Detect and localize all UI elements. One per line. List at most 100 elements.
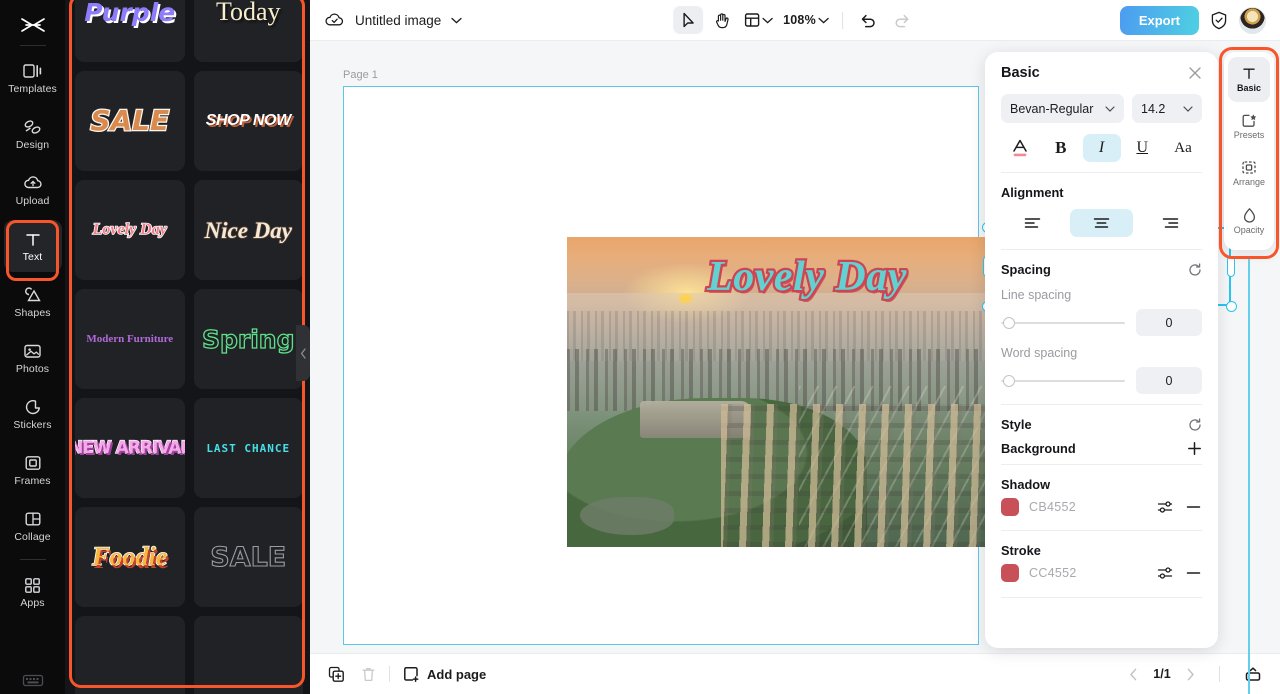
sidebar-item-photos[interactable]: Photos <box>4 332 62 384</box>
shadow-settings-icon[interactable] <box>1156 500 1174 514</box>
slider-knob[interactable] <box>1003 316 1015 329</box>
style-reset-icon[interactable] <box>1188 417 1202 432</box>
background-row[interactable]: Background <box>1001 441 1202 456</box>
text-style-card[interactable]: Modern Furniture <box>75 289 185 389</box>
bottom-divider <box>389 666 390 682</box>
italic-button[interactable]: I <box>1082 134 1121 162</box>
resize-handle-bottom-right[interactable] <box>1225 300 1237 312</box>
line-spacing-value[interactable]: 0 <box>1136 309 1202 336</box>
sidebar-item-apps[interactable]: Apps <box>4 566 62 618</box>
panel-title: Basic <box>1001 65 1040 81</box>
bold-button[interactable]: B <box>1042 134 1080 162</box>
sidebar-item-templates[interactable]: Templates <box>4 52 62 104</box>
hand-tool-button[interactable] <box>707 6 737 34</box>
panel-collapse-button[interactable] <box>296 325 310 381</box>
sidebar-item-upload[interactable]: Upload <box>4 164 62 216</box>
zoom-control[interactable]: 108% <box>780 6 832 34</box>
text-style-card[interactable]: SALE <box>193 507 303 607</box>
spacing-reset-icon[interactable] <box>1188 262 1202 277</box>
plus-icon[interactable] <box>1187 441 1202 456</box>
align-right-button[interactable] <box>1140 209 1202 237</box>
text-style-card[interactable]: Nice Day <box>193 180 303 280</box>
undo-icon <box>861 14 875 27</box>
align-left-icon <box>1024 218 1040 228</box>
close-icon[interactable] <box>1188 66 1202 80</box>
shield-check-icon[interactable] <box>1210 11 1228 30</box>
font-family-value: Bevan-Regular <box>1010 101 1094 116</box>
collage-icon <box>24 509 42 529</box>
stroke-hex-value: CC4552 <box>1029 566 1077 580</box>
trash-icon[interactable] <box>361 666 376 683</box>
sidebar-item-stickers[interactable]: Stickers <box>4 388 62 440</box>
export-button[interactable]: Export <box>1119 5 1199 35</box>
panel-toggle-button[interactable] <box>1244 666 1262 683</box>
shadow-color-swatch[interactable] <box>1001 498 1019 516</box>
canvas-photo[interactable]: Lovely Day <box>567 237 996 547</box>
text-style-card[interactable]: Lovely Day <box>75 180 185 280</box>
word-spacing-slider[interactable] <box>1001 374 1125 387</box>
text-style-card[interactable]: Purple <box>75 0 185 62</box>
right-tool-rail: Basic Presets Arrange Opacity <box>1224 52 1274 250</box>
slider-knob[interactable] <box>1003 374 1015 387</box>
letter-case-button[interactable]: Aa <box>1164 134 1202 162</box>
canvas-page[interactable]: Lovely Day <box>343 86 996 645</box>
sidebar-item-collage[interactable]: Collage <box>4 500 62 552</box>
font-family-select[interactable]: Bevan-Regular <box>1001 94 1124 123</box>
duplicate-page-icon[interactable] <box>328 666 345 683</box>
divider <box>1001 172 1202 173</box>
text-style-card[interactable]: Today <box>193 0 303 62</box>
stroke-color-swatch[interactable] <box>1001 564 1019 582</box>
redo-button[interactable] <box>887 6 917 34</box>
sidebar-item-label: Shapes <box>14 307 51 320</box>
text-style-label: Today <box>215 0 281 26</box>
layout-icon <box>744 13 760 27</box>
text-style-card[interactable]: Spring <box>193 289 303 389</box>
text-style-card[interactable]: SALE <box>75 71 185 171</box>
align-center-button[interactable] <box>1070 209 1133 237</box>
font-color-button[interactable] <box>1001 134 1039 162</box>
app-logo[interactable] <box>20 8 46 42</box>
app-root: Templates Design Upload Text Shapes Phot… <box>0 0 1280 694</box>
divider-2 <box>1001 249 1202 250</box>
canvas-text-element[interactable]: Lovely Day <box>687 252 927 303</box>
select-tool-button[interactable] <box>673 6 704 34</box>
layout-tool-button[interactable] <box>741 6 776 34</box>
next-page-button[interactable] <box>1186 668 1195 681</box>
text-style-card[interactable]: SHOP NOW <box>193 71 303 171</box>
chevron-down-icon[interactable] <box>451 17 462 24</box>
text-style-card[interactable] <box>75 616 185 694</box>
align-left-button[interactable] <box>1001 209 1063 237</box>
add-page-button[interactable]: Add page <box>403 666 486 683</box>
sidebar-item-frames[interactable]: Frames <box>4 444 62 496</box>
right-rail-item-presets[interactable]: Presets <box>1228 104 1270 149</box>
resize-handle-right[interactable] <box>1227 256 1235 277</box>
undo-button[interactable] <box>853 6 883 34</box>
sidebar-item-shapes[interactable]: Shapes <box>4 276 62 328</box>
sidebar-item-design[interactable]: Design <box>4 108 62 160</box>
stroke-settings-icon[interactable] <box>1156 566 1174 580</box>
font-size-select[interactable]: 14.2 <box>1132 94 1202 123</box>
prev-page-button[interactable] <box>1129 668 1138 681</box>
text-style-card[interactable]: LAST CHANCE <box>193 398 303 498</box>
word-spacing-value[interactable]: 0 <box>1136 367 1202 394</box>
sidebar-item-text[interactable]: Text <box>3 220 62 272</box>
underline-button[interactable]: U <box>1123 134 1161 162</box>
keyboard-shortcuts-button[interactable] <box>0 673 65 688</box>
right-rail-item-opacity[interactable]: Opacity <box>1228 198 1270 243</box>
align-center-icon <box>1093 218 1110 228</box>
stroke-remove-icon[interactable] <box>1184 571 1202 575</box>
right-rail-item-basic[interactable]: Basic <box>1228 57 1270 102</box>
document-title[interactable]: Untitled image <box>355 13 441 28</box>
text-style-label: LAST CHANCE <box>206 441 291 455</box>
right-rail-item-arrange[interactable]: Arrange <box>1228 151 1270 196</box>
text-style-card[interactable] <box>193 616 303 694</box>
text-style-card[interactable]: NEW ARRIVAL <box>75 398 185 498</box>
shadow-remove-icon[interactable] <box>1184 505 1202 509</box>
chevron-down-icon <box>818 17 829 23</box>
line-spacing-slider[interactable] <box>1001 316 1125 329</box>
style-title: Style <box>1001 417 1032 432</box>
shadow-hex-value: CB4552 <box>1029 500 1076 514</box>
sidebar-item-label: Text <box>22 251 43 264</box>
user-avatar[interactable] <box>1239 6 1266 34</box>
text-style-card[interactable]: Foodie <box>75 507 185 607</box>
